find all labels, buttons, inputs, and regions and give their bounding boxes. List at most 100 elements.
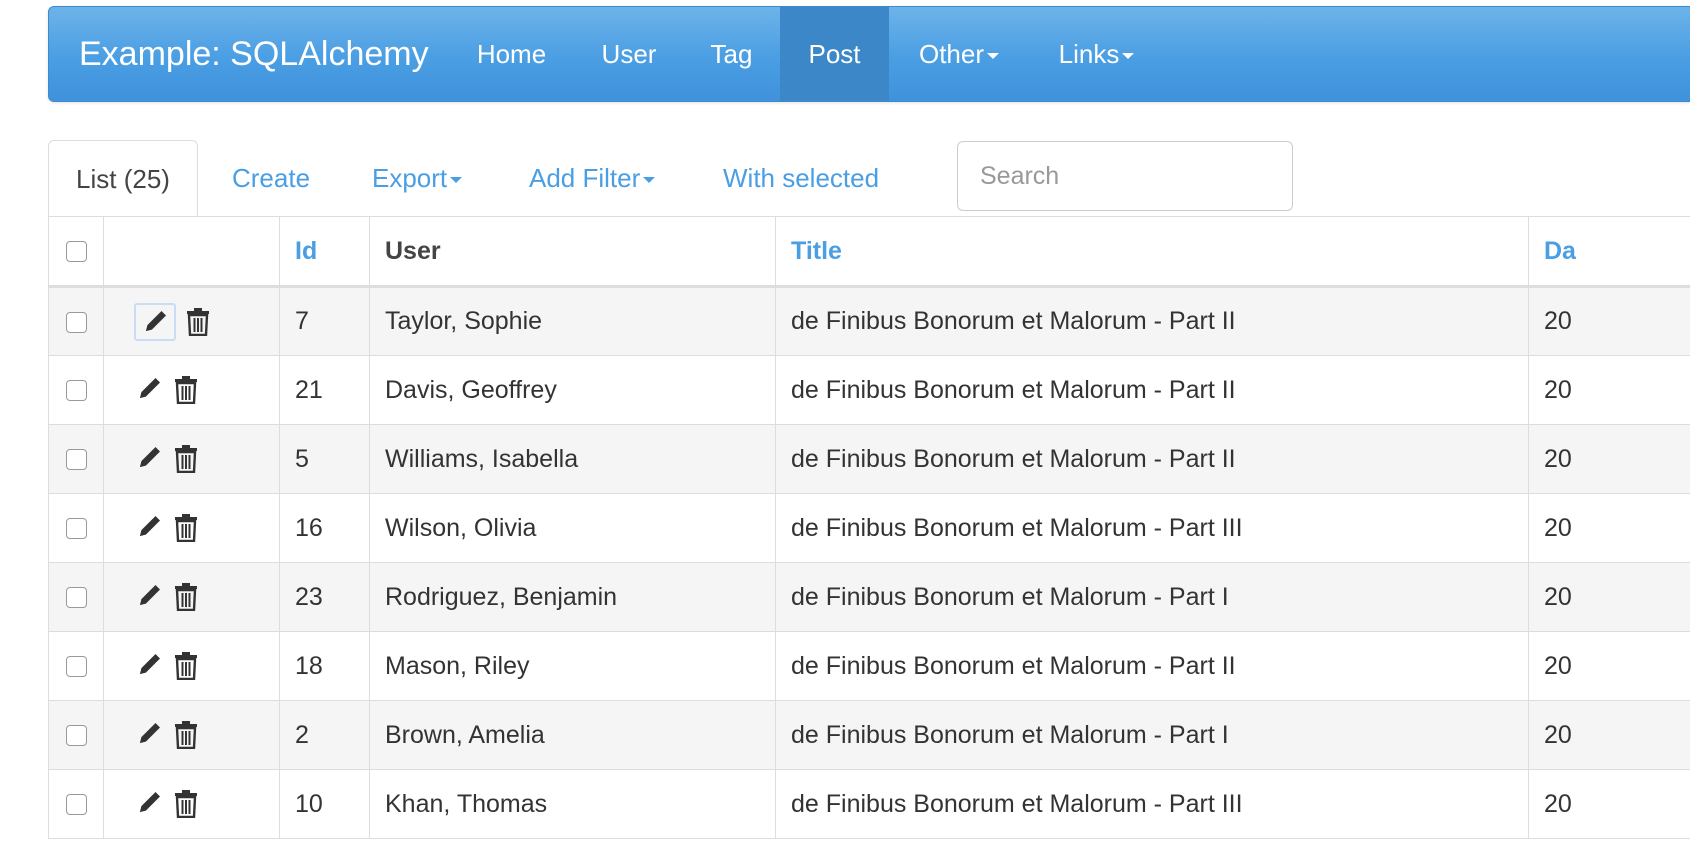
header-select-all xyxy=(48,216,104,288)
column-header-user: User xyxy=(369,216,776,288)
pencil-icon[interactable] xyxy=(134,648,164,684)
cell-user: Khan, Thomas xyxy=(369,769,776,839)
pencil-icon[interactable] xyxy=(134,786,164,822)
trash-icon[interactable] xyxy=(171,717,201,753)
caret-down-icon xyxy=(643,177,656,184)
row-checkbox[interactable] xyxy=(65,380,87,402)
table-row: 18 Mason, Riley de Finibus Bonorum et Ma… xyxy=(48,631,1690,701)
cell-date: 20 xyxy=(1528,424,1690,494)
row-select-cell xyxy=(48,286,104,356)
caret-down-icon xyxy=(987,53,1000,60)
cell-title: de Finibus Bonorum et Malorum - Part II xyxy=(775,286,1529,356)
pencil-icon[interactable] xyxy=(134,372,164,408)
row-actions xyxy=(103,424,280,494)
trash-icon[interactable] xyxy=(171,510,201,546)
row-actions xyxy=(103,769,280,839)
cell-user: Rodriguez, Benjamin xyxy=(369,562,776,632)
cell-title: de Finibus Bonorum et Malorum - Part III xyxy=(775,769,1529,839)
table-row: 10 Khan, Thomas de Finibus Bonorum et Ma… xyxy=(48,769,1690,839)
row-actions xyxy=(103,700,280,770)
row-select-cell xyxy=(48,769,104,839)
cell-user: Brown, Amelia xyxy=(369,700,776,770)
row-actions xyxy=(103,631,280,701)
cell-id: 23 xyxy=(279,562,370,632)
table-row: 23 Rodriguez, Benjamin de Finibus Bonoru… xyxy=(48,562,1690,632)
cell-id: 7 xyxy=(279,286,370,356)
table-row: 5 Williams, Isabella de Finibus Bonorum … xyxy=(48,424,1690,494)
row-checkbox[interactable] xyxy=(65,725,87,747)
cell-title: de Finibus Bonorum et Malorum - Part I xyxy=(775,562,1529,632)
cell-id: 16 xyxy=(279,493,370,563)
cell-date: 20 xyxy=(1528,631,1690,701)
table-row: 16 Wilson, Olivia de Finibus Bonorum et … xyxy=(48,493,1690,563)
brand-title[interactable]: Example: SQLAlchemy xyxy=(79,7,429,101)
pencil-icon[interactable] xyxy=(134,441,164,477)
caret-down-icon xyxy=(1122,53,1135,60)
cell-user: Williams, Isabella xyxy=(369,424,776,494)
row-select-cell xyxy=(48,355,104,425)
nav-item-other-dropdown[interactable]: Other xyxy=(899,7,1019,101)
cell-date: 20 xyxy=(1528,355,1690,425)
trash-icon[interactable] xyxy=(171,441,201,477)
tab-with-selected[interactable]: With selected xyxy=(723,140,879,217)
nav-item-post[interactable]: Post xyxy=(780,7,889,101)
row-checkbox[interactable] xyxy=(65,311,87,333)
column-header-title[interactable]: Title xyxy=(775,216,1529,288)
pencil-icon[interactable] xyxy=(134,510,164,546)
search-input[interactable] xyxy=(957,141,1293,211)
cell-date: 20 xyxy=(1528,769,1690,839)
cell-id: 21 xyxy=(279,355,370,425)
nav-item-tag[interactable]: Tag xyxy=(694,7,769,101)
tab-add-filter-dropdown[interactable]: Add Filter xyxy=(529,140,656,217)
nav-item-links-dropdown[interactable]: Links xyxy=(1039,7,1154,101)
cell-user: Taylor, Sophie xyxy=(369,286,776,356)
row-actions xyxy=(103,355,280,425)
cell-title: de Finibus Bonorum et Malorum - Part I xyxy=(775,700,1529,770)
row-checkbox[interactable] xyxy=(65,656,87,678)
table-row: 2 Brown, Amelia de Finibus Bonorum et Ma… xyxy=(48,700,1690,770)
cell-id: 5 xyxy=(279,424,370,494)
pencil-icon[interactable] xyxy=(134,302,176,341)
cell-title: de Finibus Bonorum et Malorum - Part III xyxy=(775,493,1529,563)
row-select-cell xyxy=(48,424,104,494)
row-checkbox[interactable] xyxy=(65,449,87,471)
row-select-cell xyxy=(48,631,104,701)
trash-icon[interactable] xyxy=(171,372,201,408)
tab-export-dropdown[interactable]: Export xyxy=(372,140,463,217)
table-row: 7 Taylor, Sophie de Finibus Bonorum et M… xyxy=(48,286,1690,356)
table-header-row: Id User Title Da xyxy=(48,216,1690,288)
row-select-cell xyxy=(48,700,104,770)
tab-list[interactable]: List (25) xyxy=(48,140,198,217)
column-header-date[interactable]: Da xyxy=(1528,216,1690,288)
tab-create[interactable]: Create xyxy=(232,140,310,217)
trash-icon[interactable] xyxy=(171,648,201,684)
nav-item-user[interactable]: User xyxy=(579,7,679,101)
cell-date: 20 xyxy=(1528,700,1690,770)
row-actions xyxy=(103,286,280,356)
cell-date: 20 xyxy=(1528,286,1690,356)
header-actions xyxy=(103,216,280,288)
cell-id: 18 xyxy=(279,631,370,701)
pencil-icon[interactable] xyxy=(134,579,164,615)
select-all-checkbox[interactable] xyxy=(65,241,87,263)
cell-user: Davis, Geoffrey xyxy=(369,355,776,425)
cell-date: 20 xyxy=(1528,493,1690,563)
top-navbar: Example: SQLAlchemy Home User Tag Post O… xyxy=(48,6,1690,102)
cell-title: de Finibus Bonorum et Malorum - Part II xyxy=(775,631,1529,701)
column-header-id[interactable]: Id xyxy=(279,216,370,288)
trash-icon[interactable] xyxy=(171,786,201,822)
row-actions xyxy=(103,562,280,632)
trash-icon[interactable] xyxy=(171,579,201,615)
trash-icon[interactable] xyxy=(183,304,213,340)
cell-user: Mason, Riley xyxy=(369,631,776,701)
row-checkbox[interactable] xyxy=(65,518,87,540)
pencil-icon[interactable] xyxy=(134,717,164,753)
row-select-cell xyxy=(48,493,104,563)
cell-date: 20 xyxy=(1528,562,1690,632)
row-checkbox[interactable] xyxy=(65,794,87,816)
nav-item-home[interactable]: Home xyxy=(459,7,564,101)
row-checkbox[interactable] xyxy=(65,587,87,609)
cell-id: 10 xyxy=(279,769,370,839)
cell-title: de Finibus Bonorum et Malorum - Part II xyxy=(775,424,1529,494)
row-select-cell xyxy=(48,562,104,632)
